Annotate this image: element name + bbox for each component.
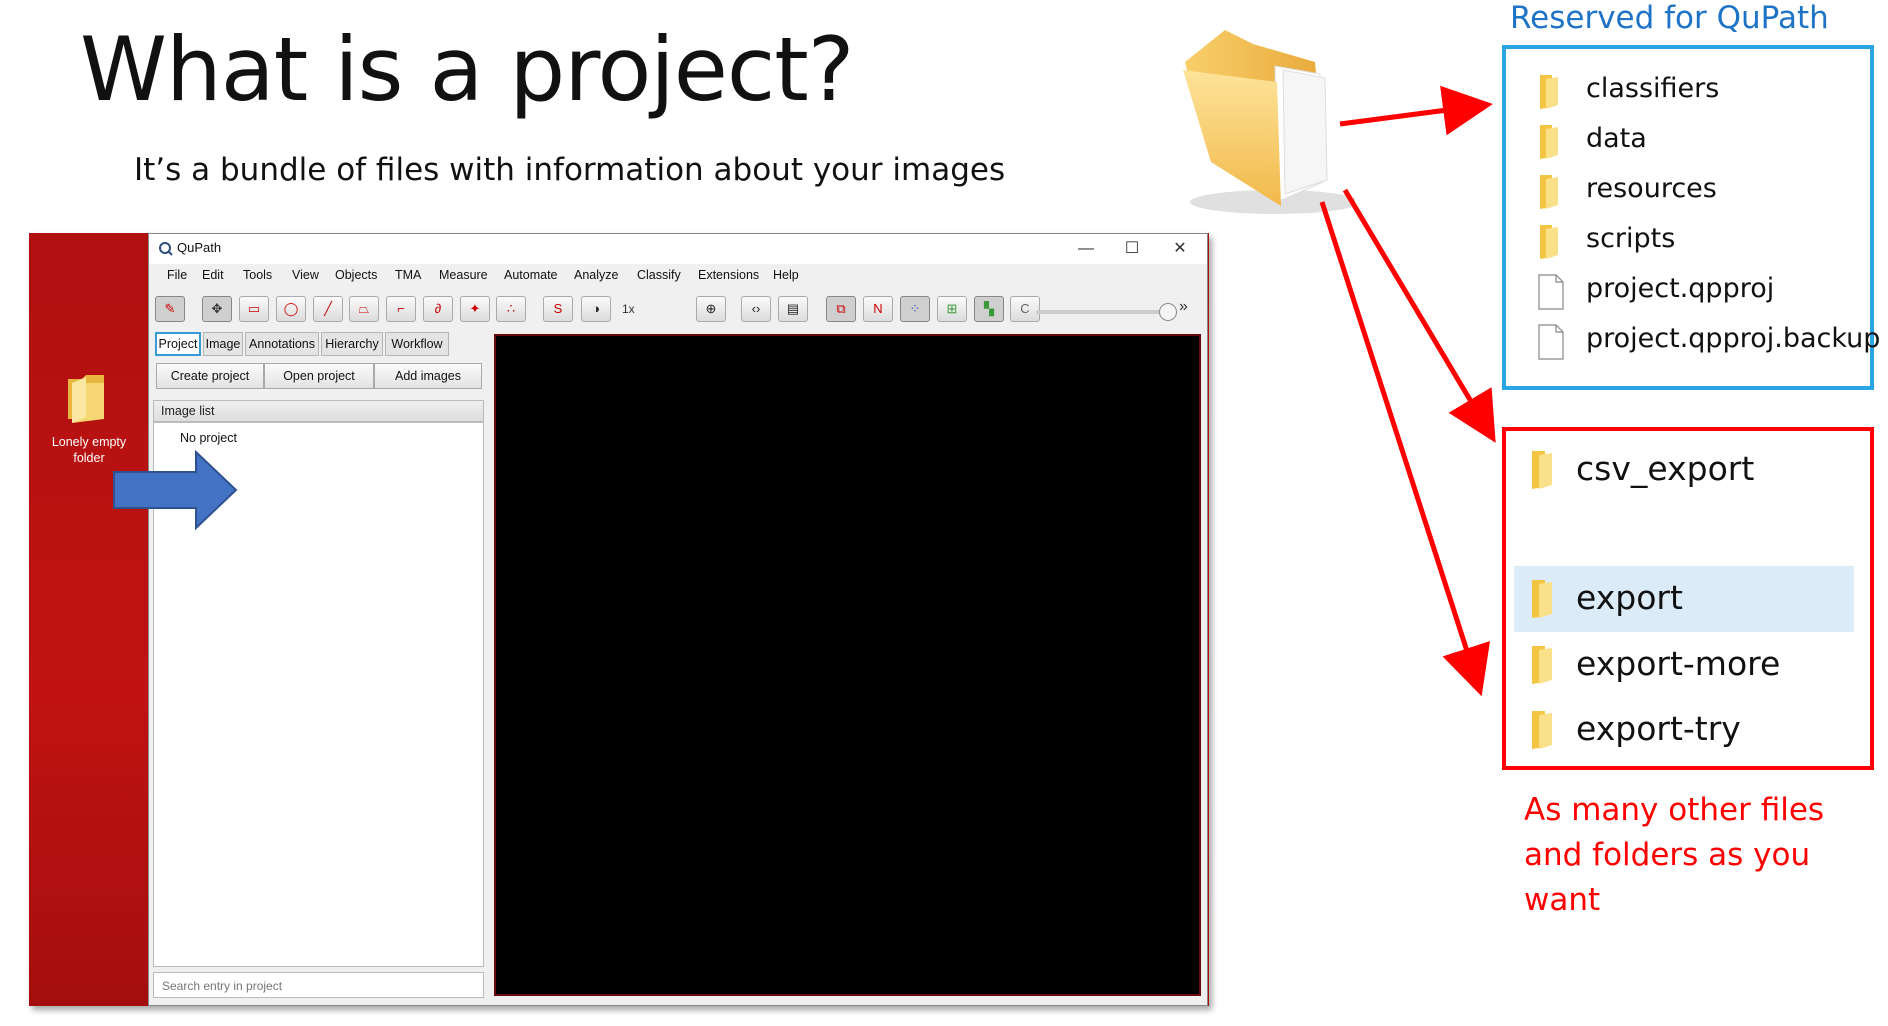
menu-tools[interactable]: Tools xyxy=(243,268,272,282)
maximize-button[interactable]: ☐ xyxy=(1109,237,1155,261)
user-item-csv-export[interactable]: csv_export xyxy=(1514,437,1854,503)
arrow-to-other-files xyxy=(1319,201,1491,697)
tab-annotations[interactable]: Annotations xyxy=(245,332,319,356)
menu-automate[interactable]: Automate xyxy=(504,268,558,282)
image-list-header: Image list xyxy=(153,400,484,422)
menu-measure[interactable]: Measure xyxy=(439,268,488,282)
reserved-item-label: project.qpproj xyxy=(1586,273,1775,304)
show-pixel-classification-icon[interactable]: ▚ xyxy=(974,296,1004,322)
desktop-folder-icon[interactable] xyxy=(64,373,110,425)
tab-image[interactable]: Image xyxy=(203,332,243,356)
folder-icon xyxy=(1540,225,1558,259)
folder-icon xyxy=(1540,75,1558,109)
opacity-slider-thumb[interactable] xyxy=(1159,303,1177,321)
qupath-window: QuPath — ☐ ✕ File Edit Tools View Object… xyxy=(148,233,1208,1006)
tab-workflow[interactable]: Workflow xyxy=(385,332,449,356)
user-item-label: export xyxy=(1576,578,1683,617)
title-bar[interactable]: QuPath — ☐ ✕ xyxy=(149,234,1207,264)
user-item-label: csv_export xyxy=(1576,449,1755,488)
tab-hierarchy[interactable]: Hierarchy xyxy=(321,332,383,356)
folder-icon xyxy=(1532,711,1552,749)
close-button[interactable]: ✕ xyxy=(1157,237,1203,261)
folder-icon xyxy=(1532,580,1552,618)
add-images-button[interactable]: Add images xyxy=(374,363,482,389)
move-icon[interactable]: ✥ xyxy=(202,296,232,322)
menu-view[interactable]: View xyxy=(292,268,319,282)
rectangle-icon[interactable]: ▭ xyxy=(239,296,269,322)
points-icon[interactable]: ∴ xyxy=(496,296,526,322)
contrast-icon[interactable]: ◑ xyxy=(581,296,611,322)
menu-file[interactable]: File xyxy=(167,268,187,282)
toolbar-overflow-button[interactable]: » xyxy=(1179,298,1188,316)
blue-arrow-icon xyxy=(113,450,238,530)
menu-bar: File Edit Tools View Objects TMA Measure… xyxy=(149,268,1207,290)
search-box[interactable] xyxy=(153,972,484,998)
show-detections-icon[interactable]: ⁘ xyxy=(900,296,930,322)
selection-mode-icon[interactable]: S xyxy=(543,296,573,322)
minimize-button[interactable]: — xyxy=(1063,237,1109,261)
opacity-slider[interactable] xyxy=(1036,310,1166,314)
reserved-item-label: resources xyxy=(1586,173,1717,204)
zoom-label: 1x xyxy=(622,302,635,316)
qupath-logo-icon xyxy=(159,242,173,256)
show-annotations-icon[interactable]: ⧉ xyxy=(826,296,856,322)
image-list-empty-label: No project xyxy=(180,431,237,445)
slide-subtitle: It’s a bundle of files with information … xyxy=(134,152,1006,188)
analysis-pane: Project Image Annotations Hierarchy Work… xyxy=(151,330,486,1000)
polygon-icon[interactable]: ⏢ xyxy=(349,296,379,322)
user-item-export[interactable]: export xyxy=(1514,566,1854,632)
file-icon xyxy=(1538,274,1564,310)
user-files-note: As many other files and folders as you w… xyxy=(1524,792,1825,918)
reserved-label: Reserved for QuPath xyxy=(1510,0,1829,36)
slide-title: What is a project? xyxy=(80,18,854,121)
script-icon[interactable]: ‹› xyxy=(741,296,771,322)
user-item-export-more[interactable]: export-more xyxy=(1514,632,1854,698)
ellipse-icon[interactable]: ◯ xyxy=(276,296,306,322)
menu-classify[interactable]: Classify xyxy=(637,268,681,282)
line-icon[interactable]: ╱ xyxy=(313,296,343,322)
menu-edit[interactable]: Edit xyxy=(202,268,224,282)
reserved-item-label: data xyxy=(1586,123,1647,154)
arrow-to-reserved xyxy=(1339,85,1493,136)
user-item-label: export-try xyxy=(1576,709,1741,748)
reserved-files-box: classifiers data resources scripts proje… xyxy=(1502,45,1880,390)
folder-icon xyxy=(1532,451,1552,489)
image-viewer[interactable] xyxy=(494,334,1201,996)
brush-icon[interactable]: ∂ xyxy=(423,296,453,322)
user-files-box: csv_export export export-more export-try xyxy=(1502,427,1874,770)
menu-objects[interactable]: Objects xyxy=(335,268,377,282)
user-item-label: export-more xyxy=(1576,644,1781,683)
menu-help[interactable]: Help xyxy=(773,268,799,282)
wand-icon[interactable]: ✦ xyxy=(460,296,490,322)
zoom-to-fit-icon[interactable]: ⊕ xyxy=(696,296,726,322)
reserved-item-label: project.qpproj.backup xyxy=(1586,323,1881,354)
folder-icon xyxy=(1540,175,1558,209)
project-folder-icon xyxy=(1183,30,1355,214)
polyline-icon[interactable]: ⌐ xyxy=(386,296,416,322)
create-project-button[interactable]: Create project xyxy=(156,363,264,389)
menu-tma[interactable]: TMA xyxy=(395,268,421,282)
file-icon xyxy=(1538,324,1564,360)
user-item-export-try[interactable]: export-try xyxy=(1514,697,1854,763)
fill-detections-icon[interactable]: ⊞ xyxy=(937,296,967,322)
ruler-icon[interactable]: ✎ xyxy=(155,296,185,322)
menu-analyze[interactable]: Analyze xyxy=(574,268,618,282)
tab-project[interactable]: Project xyxy=(155,332,201,356)
search-input[interactable] xyxy=(160,978,464,994)
reserved-item-label: scripts xyxy=(1586,223,1676,254)
show-tma-grid-icon[interactable]: N xyxy=(863,296,893,322)
folder-icon xyxy=(1532,646,1552,684)
log-icon[interactable]: ▤ xyxy=(778,296,808,322)
window-title: QuPath xyxy=(177,240,222,255)
reserved-item-label: classifiers xyxy=(1586,73,1720,104)
show-cells-icon[interactable]: C xyxy=(1010,296,1040,322)
menu-extensions[interactable]: Extensions xyxy=(698,268,759,282)
open-project-button[interactable]: Open project xyxy=(264,363,374,389)
arrow-to-user-files xyxy=(1342,188,1496,443)
folder-icon xyxy=(1540,125,1558,159)
